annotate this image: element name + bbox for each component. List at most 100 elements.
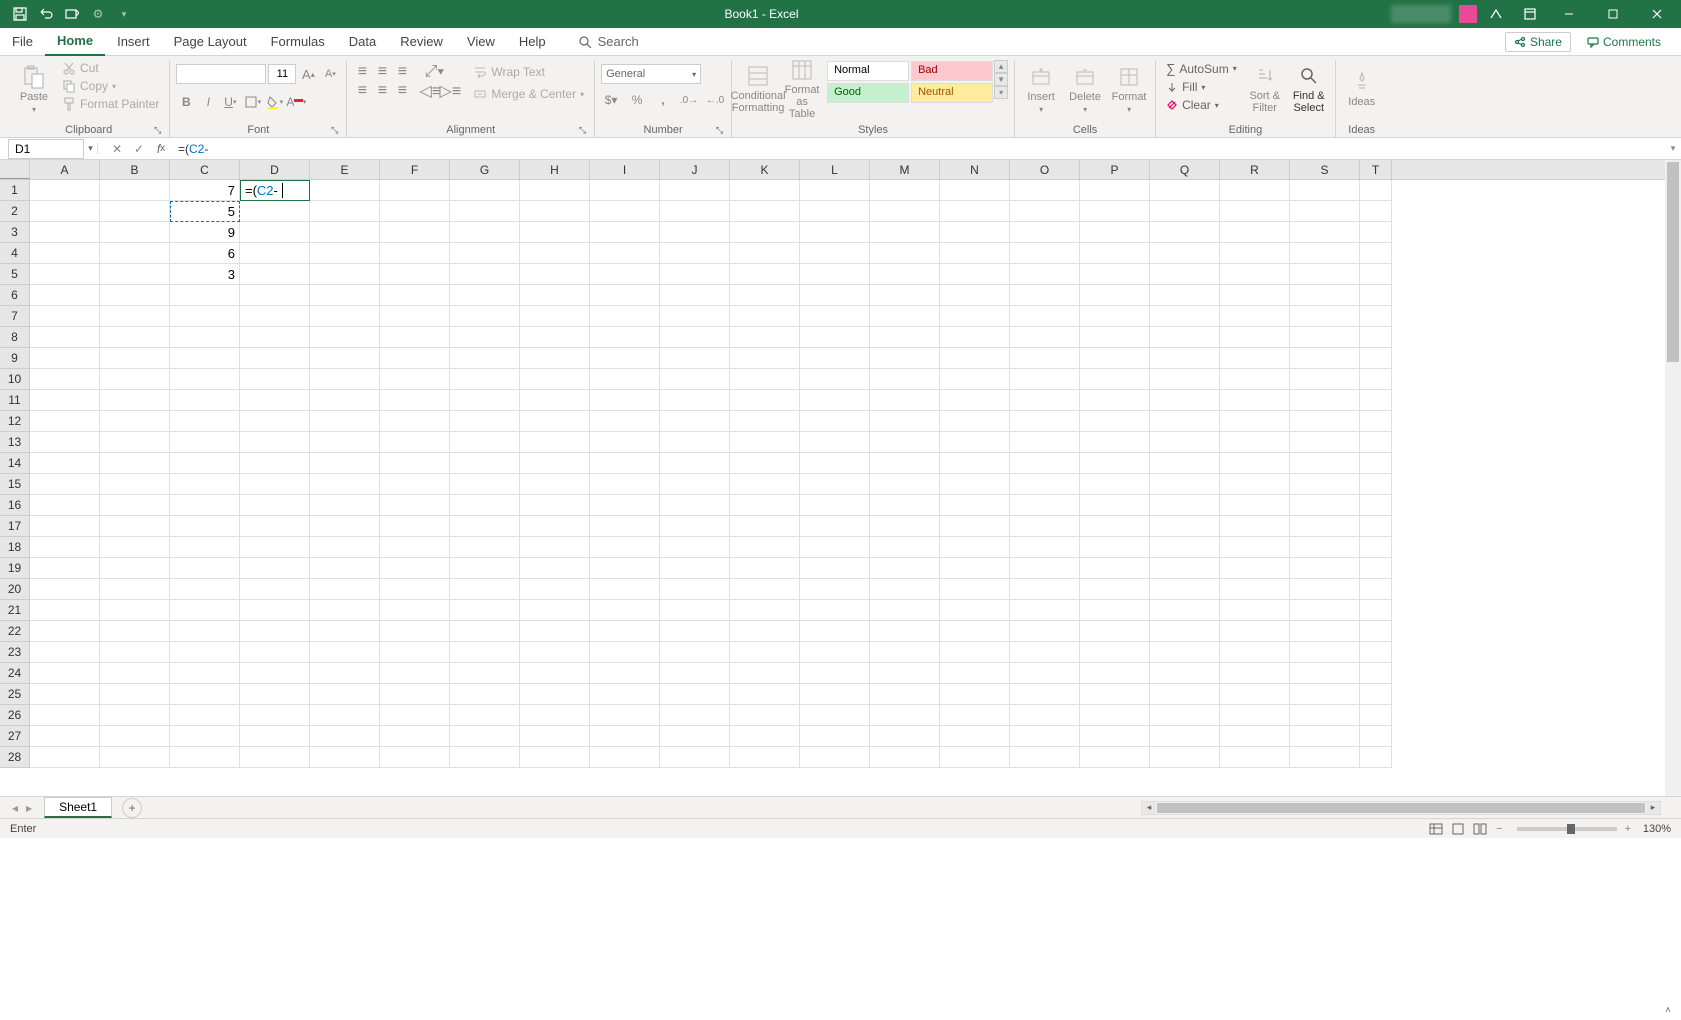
cell-K19[interactable]: [730, 558, 800, 579]
cell-T20[interactable]: [1360, 579, 1392, 600]
cell-S16[interactable]: [1290, 495, 1360, 516]
font-name-input[interactable]: [176, 64, 266, 84]
cell-Q6[interactable]: [1150, 285, 1220, 306]
cell-Q28[interactable]: [1150, 747, 1220, 768]
cell-C1[interactable]: 7: [170, 180, 240, 201]
user-avatar[interactable]: [1459, 5, 1477, 23]
cell-B20[interactable]: [100, 579, 170, 600]
cell-E20[interactable]: [310, 579, 380, 600]
save-icon[interactable]: [12, 6, 28, 22]
fx-button[interactable]: fx: [150, 142, 172, 156]
cell-J9[interactable]: [660, 348, 730, 369]
cell-F19[interactable]: [380, 558, 450, 579]
cell-B21[interactable]: [100, 600, 170, 621]
cell-I4[interactable]: [590, 243, 660, 264]
cell-H3[interactable]: [520, 222, 590, 243]
cell-J16[interactable]: [660, 495, 730, 516]
align-center-button[interactable]: ≡: [373, 83, 391, 99]
cell-A24[interactable]: [30, 663, 100, 684]
cell-O26[interactable]: [1010, 705, 1080, 726]
cell-O13[interactable]: [1010, 432, 1080, 453]
cell-A11[interactable]: [30, 390, 100, 411]
cell-M16[interactable]: [870, 495, 940, 516]
cell-S2[interactable]: [1290, 201, 1360, 222]
row-header-17[interactable]: 17: [0, 516, 30, 537]
cell-P2[interactable]: [1080, 201, 1150, 222]
cell-C12[interactable]: [170, 411, 240, 432]
cell-S19[interactable]: [1290, 558, 1360, 579]
cell-N21[interactable]: [940, 600, 1010, 621]
cell-Q12[interactable]: [1150, 411, 1220, 432]
cell-H7[interactable]: [520, 306, 590, 327]
cell-L24[interactable]: [800, 663, 870, 684]
cell-L18[interactable]: [800, 537, 870, 558]
cell-F26[interactable]: [380, 705, 450, 726]
cell-S8[interactable]: [1290, 327, 1360, 348]
number-format-dropdown[interactable]: General▾: [601, 64, 701, 84]
cell-C2[interactable]: 5: [170, 201, 240, 222]
cell-I3[interactable]: [590, 222, 660, 243]
cell-H28[interactable]: [520, 747, 590, 768]
col-header-G[interactable]: G: [450, 160, 520, 179]
cell-I20[interactable]: [590, 579, 660, 600]
cell-N13[interactable]: [940, 432, 1010, 453]
cell-J22[interactable]: [660, 621, 730, 642]
col-header-B[interactable]: B: [100, 160, 170, 179]
cell-D12[interactable]: [240, 411, 310, 432]
enter-formula-button[interactable]: ✓: [128, 142, 150, 156]
cell-O28[interactable]: [1010, 747, 1080, 768]
cell-S7[interactable]: [1290, 306, 1360, 327]
align-left-button[interactable]: ≡: [353, 83, 371, 99]
cell-D1[interactable]: =(C2-: [240, 180, 310, 201]
cell-D24[interactable]: [240, 663, 310, 684]
cell-J17[interactable]: [660, 516, 730, 537]
row-header-23[interactable]: 23: [0, 642, 30, 663]
cell-M24[interactable]: [870, 663, 940, 684]
cell-S14[interactable]: [1290, 453, 1360, 474]
cell-B28[interactable]: [100, 747, 170, 768]
cell-R4[interactable]: [1220, 243, 1290, 264]
cell-E25[interactable]: [310, 684, 380, 705]
cell-I15[interactable]: [590, 474, 660, 495]
cell-C22[interactable]: [170, 621, 240, 642]
sheet-nav-next-icon[interactable]: ▸: [26, 801, 32, 815]
cell-D17[interactable]: [240, 516, 310, 537]
cell-E23[interactable]: [310, 642, 380, 663]
cell-I7[interactable]: [590, 306, 660, 327]
cell-B2[interactable]: [100, 201, 170, 222]
increase-font-icon[interactable]: A▴: [298, 64, 318, 84]
cell-P1[interactable]: [1080, 180, 1150, 201]
cell-K8[interactable]: [730, 327, 800, 348]
cell-F10[interactable]: [380, 369, 450, 390]
cell-T2[interactable]: [1360, 201, 1392, 222]
zoom-percentage[interactable]: 130%: [1631, 823, 1671, 835]
cell-S17[interactable]: [1290, 516, 1360, 537]
conditional-formatting-button[interactable]: Conditional Formatting: [738, 60, 778, 118]
cell-Q16[interactable]: [1150, 495, 1220, 516]
cell-T5[interactable]: [1360, 264, 1392, 285]
cell-F14[interactable]: [380, 453, 450, 474]
cell-E14[interactable]: [310, 453, 380, 474]
cell-T13[interactable]: [1360, 432, 1392, 453]
cell-A3[interactable]: [30, 222, 100, 243]
cell-L26[interactable]: [800, 705, 870, 726]
cell-E7[interactable]: [310, 306, 380, 327]
cell-D28[interactable]: [240, 747, 310, 768]
cell-N20[interactable]: [940, 579, 1010, 600]
cell-I10[interactable]: [590, 369, 660, 390]
orientation-button[interactable]: ⤢▾: [421, 64, 447, 80]
cell-M11[interactable]: [870, 390, 940, 411]
cell-M21[interactable]: [870, 600, 940, 621]
cell-R14[interactable]: [1220, 453, 1290, 474]
paste-button[interactable]: Paste ▾: [14, 60, 54, 118]
cell-S25[interactable]: [1290, 684, 1360, 705]
close-button[interactable]: [1637, 0, 1677, 28]
cell-G18[interactable]: [450, 537, 520, 558]
currency-button[interactable]: $▾: [601, 90, 621, 110]
cell-S21[interactable]: [1290, 600, 1360, 621]
cell-K20[interactable]: [730, 579, 800, 600]
cell-H16[interactable]: [520, 495, 590, 516]
cell-L15[interactable]: [800, 474, 870, 495]
cell-R13[interactable]: [1220, 432, 1290, 453]
cell-A27[interactable]: [30, 726, 100, 747]
